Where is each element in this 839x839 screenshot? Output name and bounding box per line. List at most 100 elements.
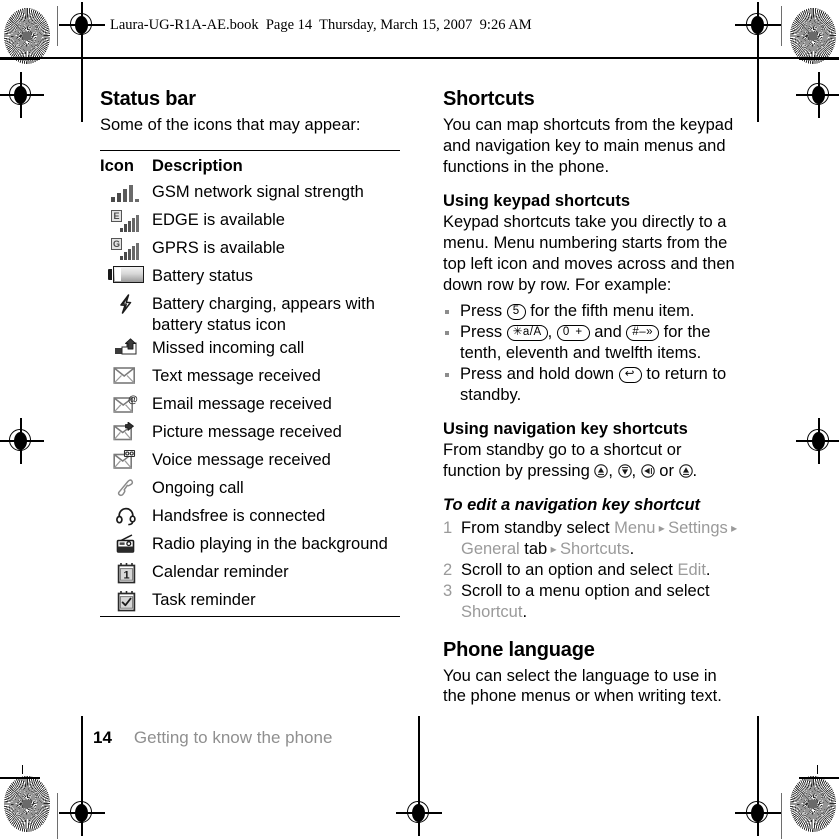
step-text: From standby select [461, 518, 615, 537]
trim-rule-right [781, 6, 782, 46]
envelope-glyph [113, 367, 136, 385]
nav-sep-1: , [608, 461, 618, 480]
table-row: G GPRS is available [100, 236, 400, 264]
registration-mark-bottom-left [59, 716, 105, 836]
row-description: GPRS is available [152, 238, 285, 257]
chapter-title: Getting to know the phone [133, 728, 333, 747]
step-period: . [629, 539, 635, 558]
handsfree-icon [100, 505, 152, 526]
task-reminder-icon [100, 589, 152, 612]
headset-glyph [116, 507, 136, 526]
lightning-bolt-glyph [120, 294, 132, 314]
file-header-text: Laura-UG-R1A-AE.book Page 14 Thursday, M… [110, 17, 532, 33]
crop-mark-bottom-right [799, 777, 839, 779]
table-row: Task reminder [100, 588, 400, 616]
table-row: Ongoing call [100, 476, 400, 504]
ui-term-settings: Settings [668, 518, 728, 537]
table-row: Text message received [100, 364, 400, 392]
nav-body-post: . [692, 461, 698, 480]
phone-handset-glyph [117, 479, 134, 497]
registration-mark-bottom-right [735, 716, 781, 836]
ui-term-shortcut: Shortcut [461, 602, 523, 621]
nav-up-icon [594, 464, 609, 478]
text-message-icon [100, 365, 152, 385]
row-description: Voice message received [152, 451, 331, 470]
row-description: Battery charging, appears with battery s… [152, 294, 375, 334]
crop-tick-right [817, 765, 818, 774]
gprs-badge-letter: G [111, 237, 122, 250]
row-description: Task reminder [152, 591, 256, 610]
table-row: Battery charging, appears with battery s… [100, 292, 400, 336]
right-column: Shortcuts You can map shortcuts from the… [443, 88, 743, 707]
step-period: . [705, 560, 711, 579]
calendar-reminder-icon: 1 [100, 561, 152, 584]
keycap-back: ↩ [618, 367, 642, 384]
step-text: Scroll to a menu option and select [461, 581, 710, 600]
keycap-5: 5 [506, 304, 526, 321]
radio-icon [100, 533, 152, 554]
nav-right-icon [678, 464, 693, 478]
table-row: Missed incoming call [100, 336, 400, 364]
list-item: Press and hold down ↩ to return to stand… [443, 364, 743, 406]
row-description: Ongoing call [152, 479, 244, 498]
list-item: From standby select Menu ▸ Settings ▸ Ge… [443, 518, 743, 560]
trim-rule-left-bottom [57, 793, 58, 839]
bullet-text-post: for the fifth menu item. [525, 302, 695, 321]
trim-rule-right-bottom [781, 793, 782, 839]
table-row: @ Email message received [100, 392, 400, 420]
page-title-status-bar: Status bar [100, 88, 196, 110]
svg-text:1: 1 [123, 570, 129, 582]
ui-term-menu: Menu [614, 518, 656, 537]
breadcrumb-arrow: ▸ [547, 541, 560, 556]
gprs-available-icon: G [100, 237, 152, 260]
row-description: Text message received [152, 367, 321, 386]
keycap-joiner-1: , [547, 323, 557, 342]
keycap-hash: #–» [626, 325, 660, 342]
heading-using-navigation-key-shortcuts: Using navigation key shortcuts [443, 420, 688, 439]
registration-mark-middle-left [0, 72, 44, 118]
step-text-tab: tab [519, 539, 548, 558]
row-description: Battery status [152, 266, 253, 285]
battery-status-icon [100, 265, 152, 283]
ui-term-general: General [461, 539, 520, 558]
row-description: Radio playing in the background [152, 535, 388, 554]
list-item: Scroll to a menu option and select Short… [443, 581, 743, 623]
row-description: Handsfree is connected [152, 507, 326, 526]
heading-to-edit-navigation-key-shortcut: To edit a navigation key shortcut [443, 495, 701, 514]
table-header-row: Icon Description [100, 151, 400, 180]
row-description: Picture message received [152, 423, 342, 442]
header-divider [0, 57, 839, 59]
step-text: Scroll to an option and select [461, 560, 678, 579]
envelope-at-glyph: @ [113, 395, 138, 414]
list-item: Press 5 for the fifth menu item. [443, 301, 743, 322]
bullet-text-pre: Press and hold down [460, 365, 619, 384]
picture-message-icon [100, 421, 152, 441]
row-description: Calendar reminder [152, 563, 289, 582]
keycap-star: ✳a/A [506, 325, 548, 342]
registration-mark-middle-right [796, 72, 839, 118]
table-row: Radio playing in the background [100, 532, 400, 560]
page-footer: 14 Getting to know the phone [93, 728, 332, 748]
ui-term-edit: Edit [677, 560, 706, 579]
registration-mark-top-right [735, 2, 781, 122]
list-item: Scroll to an option and select Edit. [443, 560, 743, 581]
voice-message-icon [100, 449, 152, 470]
left-column: Status bar Some of the icons that may ap… [100, 88, 400, 618]
keypad-shortcuts-body: Keypad shortcuts take you directly to a … [443, 212, 735, 294]
page-number: 14 [93, 728, 112, 747]
edge-available-icon: E [100, 209, 152, 232]
registration-mark-bottom-center [396, 716, 442, 836]
table-row: Picture message received [100, 420, 400, 448]
row-description: GSM network signal strength [152, 182, 364, 201]
table-row: Battery status [100, 264, 400, 292]
email-message-icon: @ [100, 393, 152, 414]
table-row: GSM network signal strength [100, 180, 400, 208]
page-title-shortcuts: Shortcuts [443, 88, 535, 110]
keycap-zero: 0 + [556, 325, 590, 342]
column-header-icon: Icon [100, 156, 134, 175]
envelope-tape-glyph [113, 450, 136, 470]
ongoing-call-icon [100, 477, 152, 499]
radio-receiver-glyph [116, 534, 135, 554]
nav-sep-2: , [631, 461, 641, 480]
registration-mark-middle-left-lower [0, 418, 44, 464]
